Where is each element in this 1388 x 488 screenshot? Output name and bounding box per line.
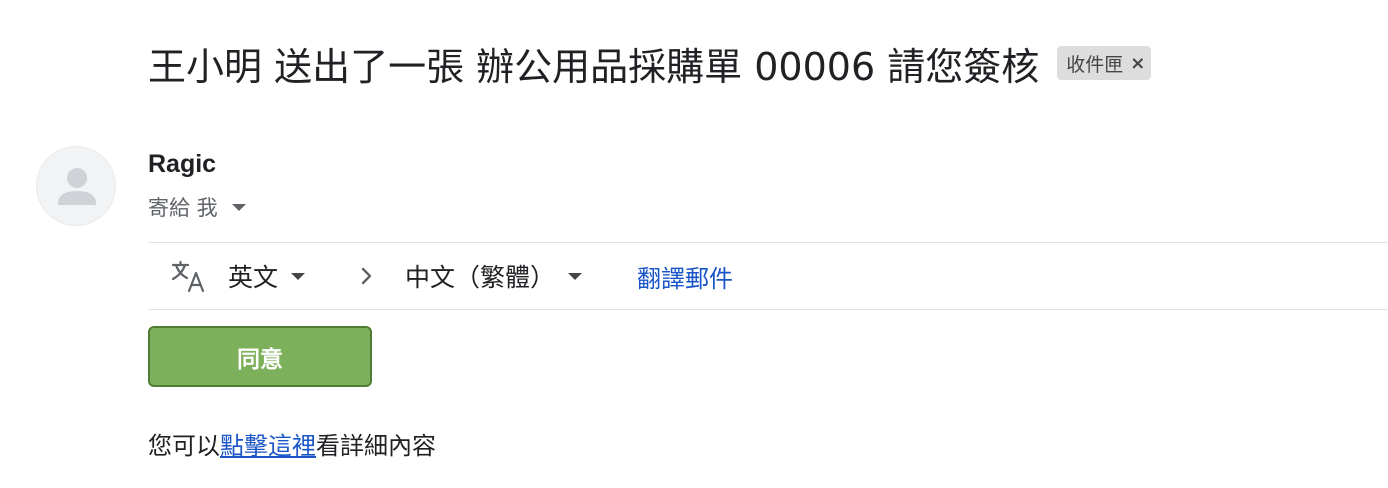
recipient-details-toggle[interactable]: 寄給 我 <box>148 192 246 222</box>
inbox-label-chip[interactable]: 收件匣 × <box>1057 46 1152 80</box>
body-text-after: 看詳細內容 <box>316 432 436 460</box>
translate-icon <box>171 260 205 293</box>
approve-button[interactable]: 同意 <box>148 326 372 387</box>
chevron-down-icon <box>568 272 583 280</box>
target-language-label: 中文（繁體） <box>405 263 556 292</box>
chevron-down-icon <box>291 272 306 280</box>
translate-message-link[interactable]: 翻譯郵件 <box>637 244 733 308</box>
target-language-select[interactable]: 中文（繁體） <box>405 244 583 308</box>
recipient-text: 寄給 我 <box>148 196 218 220</box>
person-icon <box>58 168 96 205</box>
source-language-select[interactable]: 英文 <box>228 244 306 308</box>
sender-name: Ragic <box>148 150 217 178</box>
divider-top <box>148 242 1388 243</box>
sender-avatar[interactable] <box>36 146 116 226</box>
source-language-label: 英文 <box>228 263 279 292</box>
chevron-right-icon <box>361 267 372 285</box>
subject-row: 王小明 送出了一張 辦公用品採購單 00006 請您簽核 收件匣 × <box>148 34 1152 92</box>
translate-bar: 英文 中文（繁體） 翻譯郵件 <box>148 244 1388 308</box>
remove-label-icon[interactable]: × <box>1130 53 1145 74</box>
details-link[interactable]: 點擊這裡 <box>220 432 316 460</box>
divider-bottom <box>148 309 1388 310</box>
body-text: 您可以點擊這裡看詳細內容 <box>148 426 436 461</box>
chevron-down-icon <box>231 203 246 211</box>
body-text-before: 您可以 <box>148 432 220 460</box>
inbox-label-text: 收件匣 <box>1066 53 1124 76</box>
email-subject: 王小明 送出了一張 辦公用品採購單 00006 請您簽核 <box>148 44 1040 89</box>
